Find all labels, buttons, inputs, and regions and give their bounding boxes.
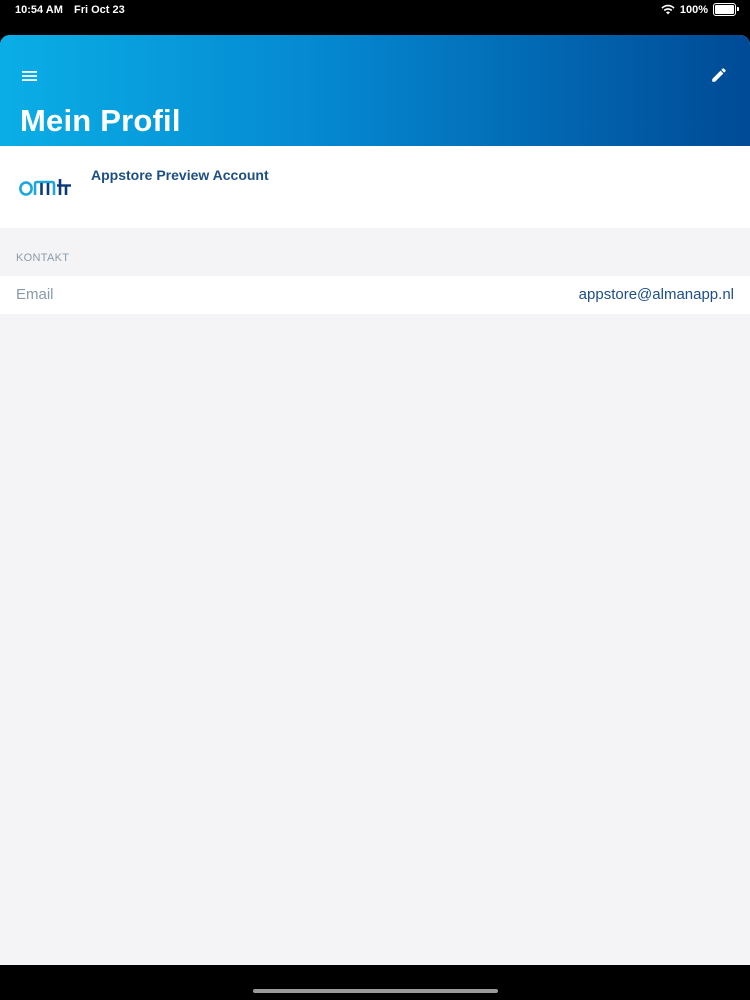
screen: 10:54 AM Fri Oct 23 100% Mein Profil App… — [0, 0, 750, 1000]
section-header-kontakt: KONTAKT — [0, 228, 750, 276]
battery-percentage: 100% — [679, 3, 708, 16]
page-title: Mein Profil — [20, 103, 181, 138]
wifi-icon — [661, 4, 675, 15]
app-container: Mein Profil Appstore Preview Account KON… — [0, 35, 750, 965]
account-name: Appstore Preview Account — [91, 167, 269, 183]
status-time: 10:54 AM — [15, 4, 63, 16]
menu-icon[interactable] — [20, 69, 40, 83]
edit-pencil-icon[interactable] — [710, 66, 728, 84]
status-date: Fri Oct 23 — [74, 4, 125, 16]
status-bar: 10:54 AM Fri Oct 23 100% — [0, 0, 750, 22]
home-indicator[interactable] — [253, 989, 498, 993]
status-indicators: 100% — [661, 3, 739, 16]
battery-fill — [715, 5, 734, 14]
contact-row-email[interactable]: Email appstore@almanapp.nl — [0, 276, 750, 314]
email-label: Email — [16, 286, 54, 303]
email-value[interactable]: appstore@almanapp.nl — [579, 286, 734, 303]
profile-card: Appstore Preview Account — [0, 146, 750, 228]
section-title: KONTAKT — [16, 252, 70, 264]
omt-logo — [19, 179, 71, 196]
header: Mein Profil — [0, 35, 750, 146]
battery-cap — [737, 7, 739, 11]
battery-icon — [713, 3, 739, 16]
